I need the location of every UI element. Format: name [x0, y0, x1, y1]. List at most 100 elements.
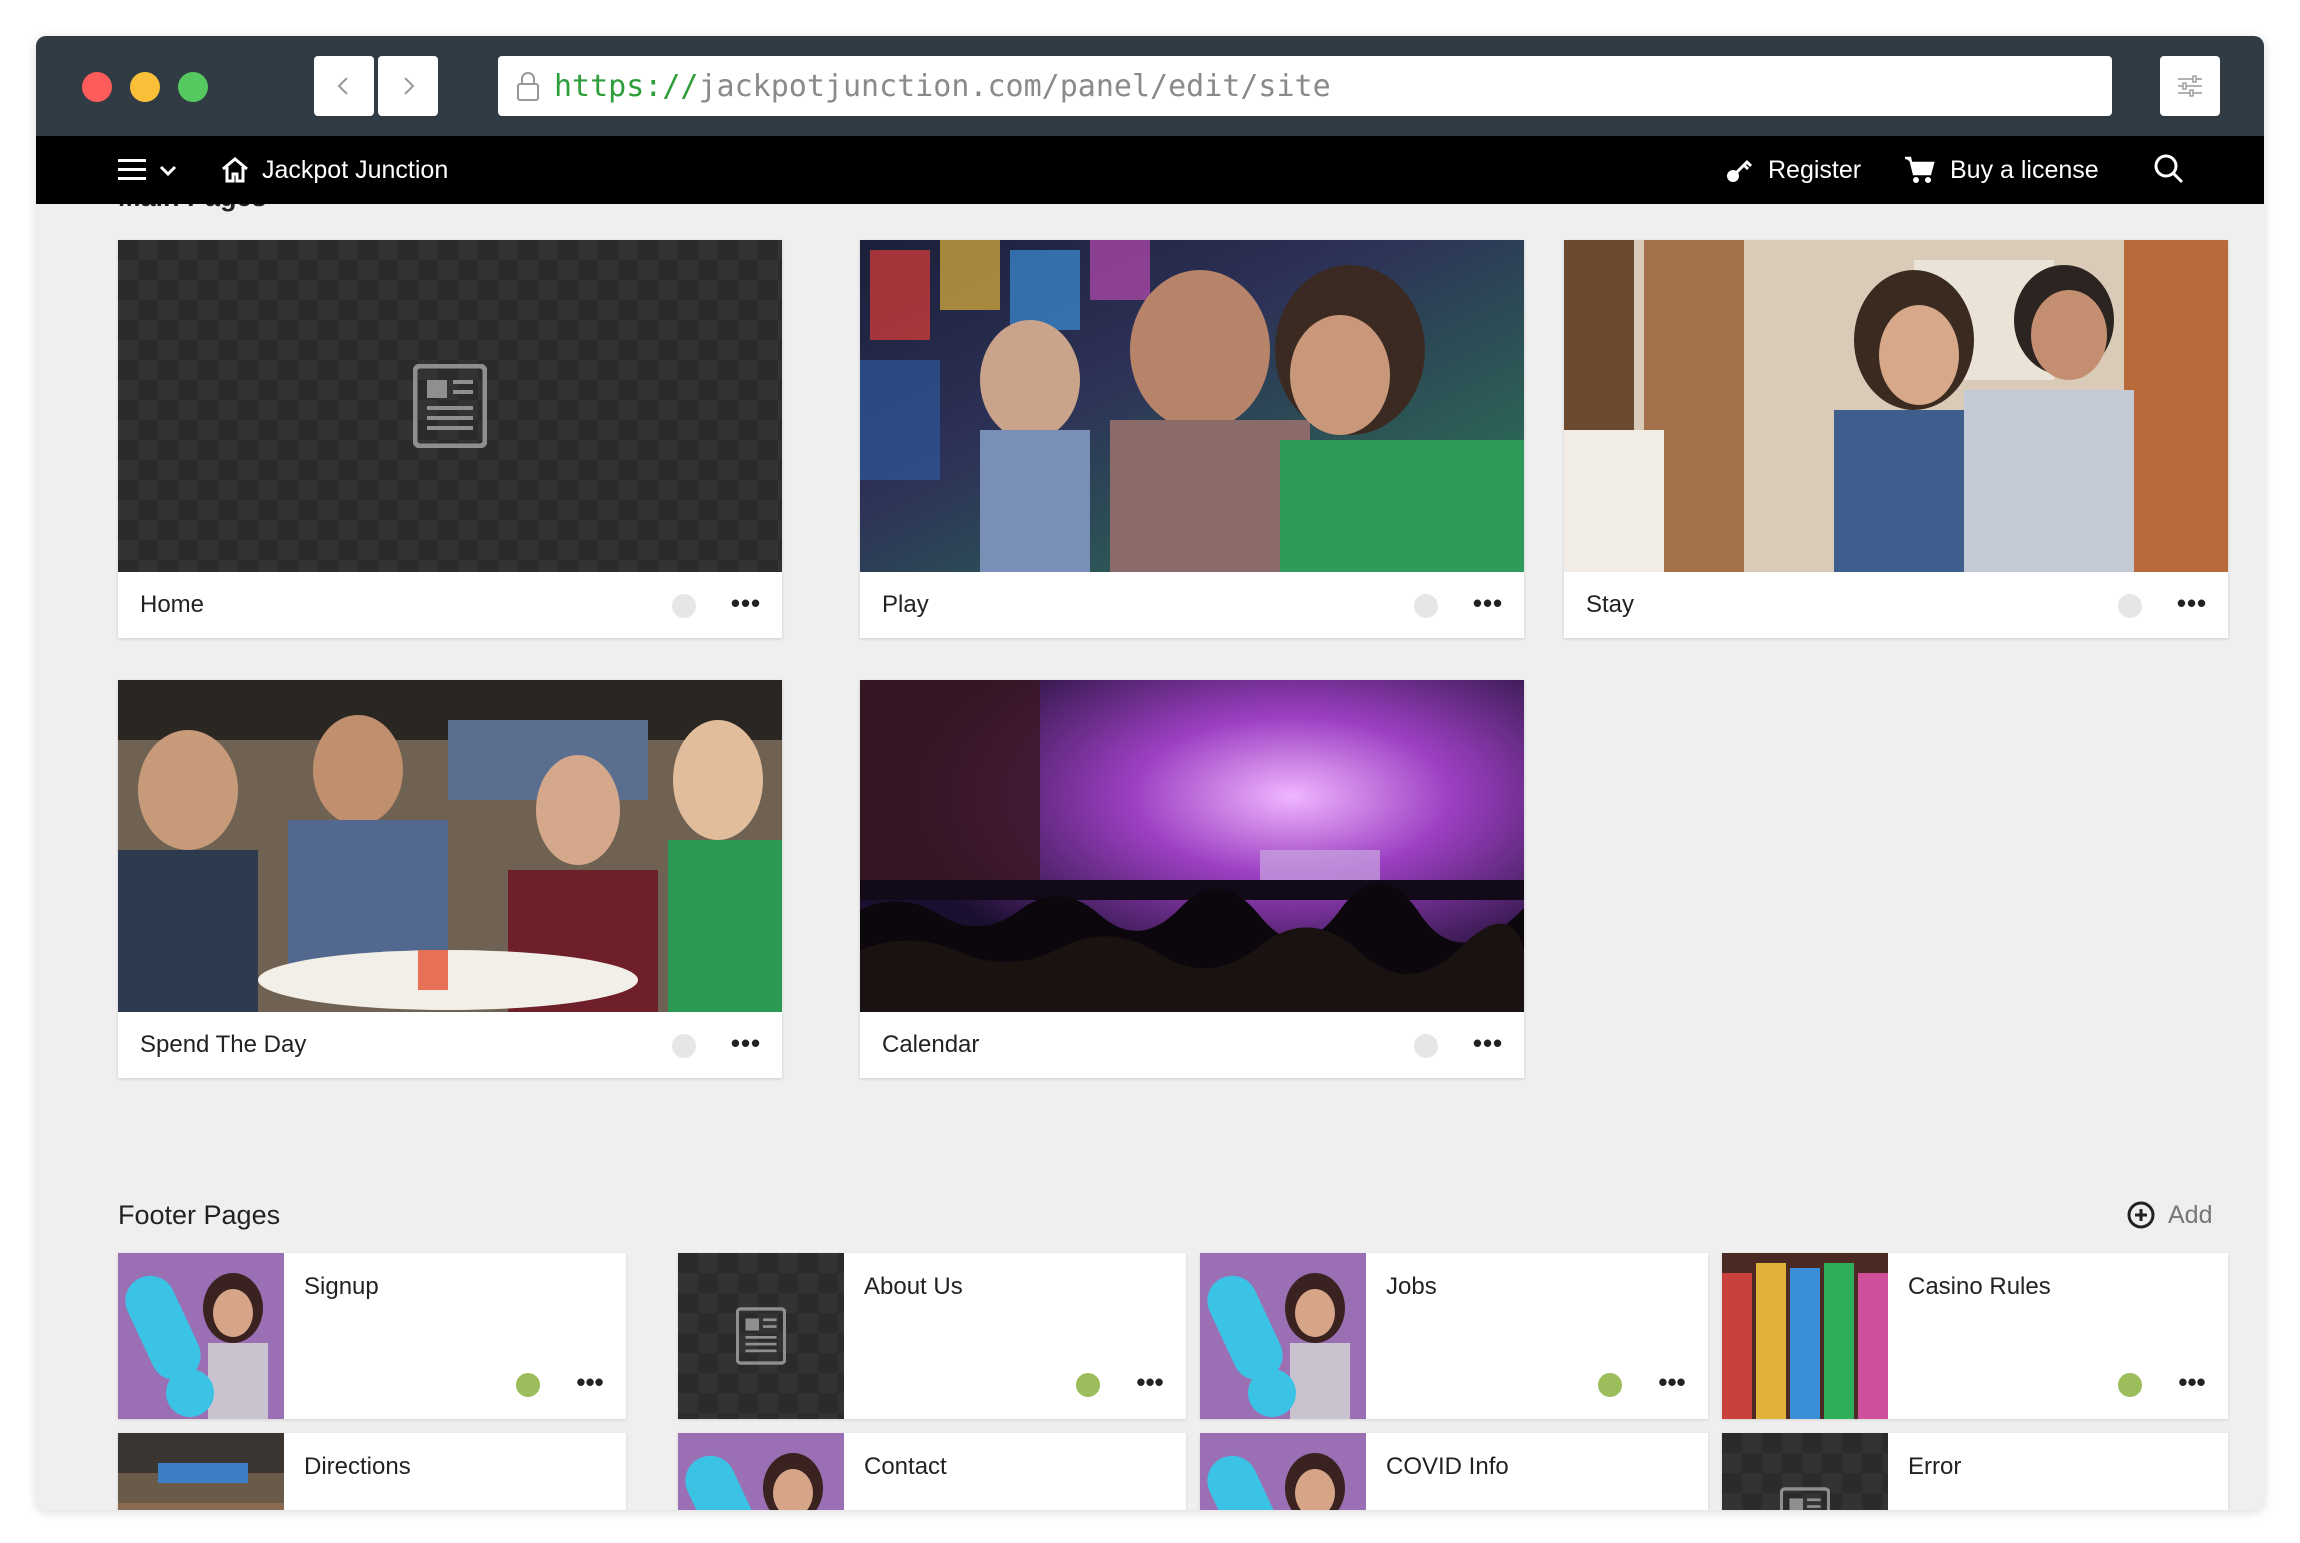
page-thumbnail	[118, 680, 782, 1012]
lock-icon	[517, 72, 539, 101]
document-icon	[1780, 1487, 1830, 1510]
plus-circle-icon	[2127, 1201, 2155, 1229]
browser-chrome: https://jackpotjunction.com/panel/edit/s…	[36, 36, 2264, 136]
chevron-left-icon	[337, 77, 348, 95]
page-thumbnail	[118, 1433, 284, 1510]
status-dot	[1414, 594, 1438, 618]
stay-photo	[1564, 240, 2228, 572]
footer-card-about-us[interactable]: About Us •••	[678, 1253, 1186, 1419]
footer-card-signup[interactable]: Signup •••	[118, 1253, 626, 1419]
footer-card-error[interactable]: Error	[1722, 1433, 2228, 1510]
footer-card-casino-rules[interactable]: Casino Rules •••	[1722, 1253, 2228, 1419]
sliders-icon	[2178, 75, 2202, 97]
more-options-button[interactable]: •••	[2174, 1367, 2210, 1397]
cart-icon	[1905, 156, 1935, 183]
footer-card-label: Signup	[304, 1273, 379, 1300]
chevron-down-icon	[159, 165, 177, 177]
page-card-label: Spend The Day	[140, 1031, 307, 1058]
footer-card-contact[interactable]: Contact	[678, 1433, 1186, 1510]
status-dot	[672, 1034, 696, 1058]
footer-card-label: Jobs	[1386, 1273, 1437, 1300]
status-dot	[1598, 1373, 1622, 1397]
page-thumbnail	[118, 240, 782, 572]
app-topbar: Jackpot Junction Register Buy a license	[36, 136, 2264, 204]
back-button[interactable]	[314, 56, 374, 116]
more-options-button[interactable]: •••	[1470, 1028, 1506, 1058]
document-icon	[413, 364, 487, 448]
page-thumbnail	[118, 1253, 284, 1419]
address-bar[interactable]: https://jackpotjunction.com/panel/edit/s…	[498, 56, 2112, 116]
page-card-stay[interactable]: Stay •••	[1564, 240, 2228, 638]
page-thumbnail	[678, 1253, 844, 1419]
more-options-button[interactable]: •••	[728, 1028, 764, 1058]
buy-license-button[interactable]: Buy a license	[1904, 150, 2099, 190]
page-thumbnail	[1722, 1433, 1888, 1510]
status-dot	[2118, 594, 2142, 618]
url-protocol: https://	[554, 68, 699, 104]
home-icon	[222, 157, 248, 183]
page-card-calendar[interactable]: Calendar •••	[860, 680, 1524, 1078]
page-thumbnail	[1200, 1253, 1366, 1419]
add-label: Add	[2168, 1200, 2213, 1229]
maximize-window-button[interactable]	[178, 72, 208, 102]
page-thumbnail	[1564, 240, 2228, 572]
browser-window: https://jackpotjunction.com/panel/edit/s…	[36, 36, 2264, 1510]
more-options-button[interactable]: •••	[2174, 588, 2210, 618]
register-button[interactable]: Register	[1724, 150, 1861, 190]
hamburger-icon	[118, 159, 146, 180]
status-dot	[1414, 1034, 1438, 1058]
status-dot	[516, 1373, 540, 1397]
search-icon	[2154, 154, 2184, 184]
site-link[interactable]: Jackpot Junction	[220, 150, 448, 190]
page-thumbnail	[860, 240, 1524, 572]
menu-toggle[interactable]	[118, 156, 178, 184]
add-page-button[interactable]: Add	[2126, 1200, 2212, 1230]
more-options-button[interactable]: •••	[1132, 1367, 1168, 1397]
footer-card-jobs[interactable]: Jobs •••	[1200, 1253, 1708, 1419]
register-label: Register	[1768, 155, 1862, 184]
footer-card-label: COVID Info	[1386, 1453, 1509, 1480]
more-options-button[interactable]: •••	[728, 588, 764, 618]
status-dot	[1076, 1373, 1100, 1397]
close-window-button[interactable]	[82, 72, 112, 102]
page-card-home[interactable]: Home •••	[118, 240, 782, 638]
spend-the-day-photo	[118, 680, 782, 1012]
footer-card-label: Directions	[304, 1453, 411, 1480]
search-button[interactable]	[2152, 152, 2186, 191]
minimize-window-button[interactable]	[130, 72, 160, 102]
page-card-spend-the-day[interactable]: Spend The Day •••	[118, 680, 782, 1078]
page-thumbnail	[678, 1433, 844, 1510]
content-area: Main Pages Home •••	[36, 204, 2264, 1510]
page-card-label: Calendar	[882, 1031, 980, 1058]
more-options-button[interactable]: •••	[1470, 588, 1506, 618]
footer-card-label: Contact	[864, 1453, 947, 1480]
more-options-button[interactable]: •••	[1654, 1367, 1690, 1397]
page-card-label: Play	[882, 591, 929, 618]
url-path: jackpotjunction.com/panel/edit/site	[698, 68, 1331, 104]
chevron-right-icon	[404, 77, 415, 95]
page-card-label: Stay	[1586, 591, 1635, 618]
contact-photo	[678, 1433, 844, 1510]
more-options-button[interactable]: •••	[572, 1367, 608, 1397]
document-icon	[736, 1307, 786, 1365]
casino-rules-photo	[1722, 1253, 1888, 1419]
footer-card-label: Casino Rules	[1908, 1273, 2051, 1300]
browser-settings-button[interactable]	[2160, 56, 2220, 116]
forward-button[interactable]	[378, 56, 438, 116]
page-card-play[interactable]: Play •••	[860, 240, 1524, 638]
footer-card-directions[interactable]: Directions	[118, 1433, 626, 1510]
status-dot	[2118, 1373, 2142, 1397]
covid-info-photo	[1200, 1433, 1366, 1510]
status-dot	[672, 594, 696, 618]
footer-pages-heading: Footer Pages	[118, 1200, 281, 1230]
play-photo	[860, 240, 1524, 572]
footer-card-label: Error	[1908, 1453, 1962, 1480]
site-name: Jackpot Junction	[262, 155, 449, 184]
page-card-label: Home	[140, 591, 205, 618]
signup-photo	[118, 1253, 284, 1419]
footer-card-covid-info[interactable]: COVID Info	[1200, 1433, 1708, 1510]
calendar-photo	[860, 680, 1524, 1012]
page-thumbnail	[860, 680, 1524, 1012]
key-icon	[1727, 159, 1753, 182]
page-thumbnail	[1200, 1433, 1366, 1510]
